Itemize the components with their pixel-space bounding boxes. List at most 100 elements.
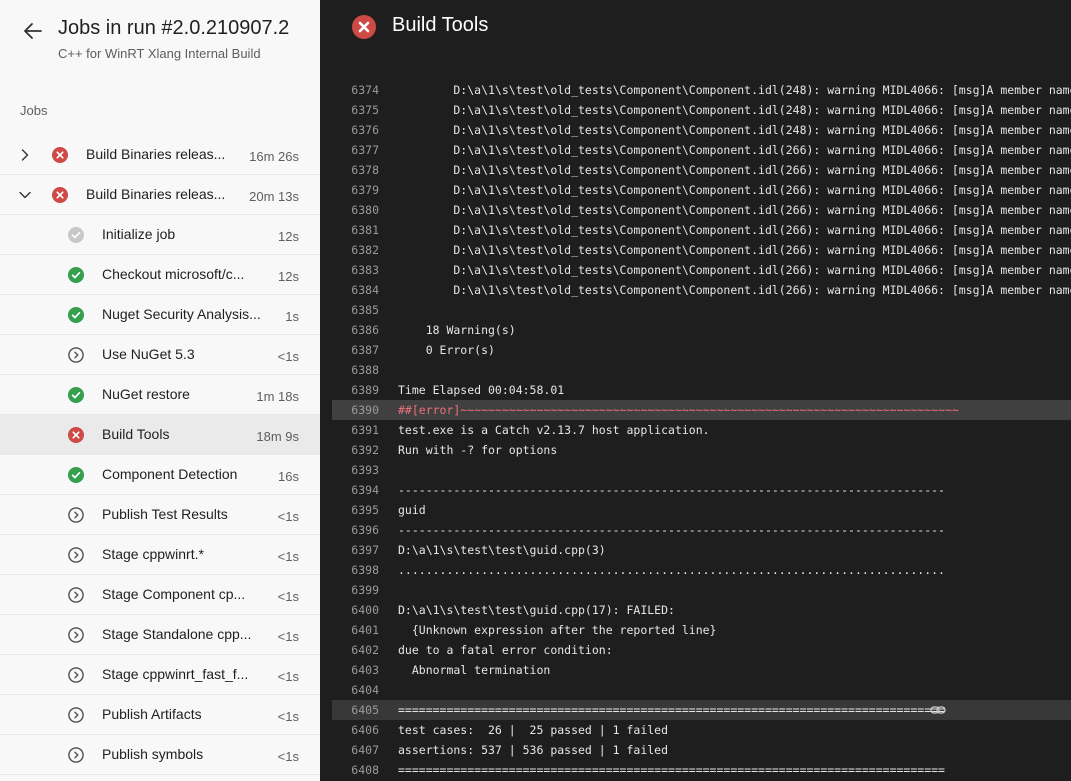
step-row[interactable]: Stage Standalone cpp... <1s: [0, 615, 320, 655]
log-panel: Build Tools 6374 D:\a\1\s\test\old_tests…: [320, 0, 1071, 781]
step-row[interactable]: Publish symbols <1s: [0, 735, 320, 775]
log-line: 6402 due to a fatal error condition:: [332, 640, 1071, 660]
step-row[interactable]: Stage cppwinrt_fast_f... <1s: [0, 655, 320, 695]
step-row[interactable]: Stage cppwinrt.* <1s: [0, 535, 320, 575]
chevron-down-icon[interactable]: [18, 188, 32, 202]
log-line: 6378 D:\a\1\s\test\old_tests\Component\C…: [332, 160, 1071, 180]
log-line: 6398....................................…: [332, 560, 1071, 580]
step-row[interactable]: Stage Component cp... <1s: [0, 575, 320, 615]
log-line: 6382 D:\a\1\s\test\old_tests\Component\C…: [332, 240, 1071, 260]
link-icon[interactable]: [930, 703, 946, 717]
line-number: 6392: [351, 443, 379, 457]
log-text: D:\a\1\s\test\old_tests\Component\Compon…: [398, 83, 1071, 97]
log-text: D:\a\1\s\test\old_tests\Component\Compon…: [398, 103, 1071, 117]
log-text: D:\a\1\s\test\old_tests\Component\Compon…: [398, 123, 1071, 137]
step-label: Stage Standalone cpp...: [102, 626, 252, 642]
failed-status-icon: [52, 147, 68, 163]
step-label: Publish Test Results: [102, 506, 228, 522]
back-arrow-icon[interactable]: [22, 20, 44, 42]
line-number: 6407: [351, 743, 379, 757]
line-number: 6401: [351, 623, 379, 637]
step-label: Publish symbols: [102, 746, 204, 762]
step-duration: <1s: [277, 749, 299, 764]
not-run-status-icon: [68, 587, 84, 603]
step-row[interactable]: Checkout microsoft/c... 12s: [0, 255, 320, 295]
log-text: ========================================…: [398, 703, 945, 717]
step-row[interactable]: Nuget Security Analysis... 1s: [0, 295, 320, 335]
log-line: 6376 D:\a\1\s\test\old_tests\Component\C…: [332, 120, 1071, 140]
line-number: 6384: [351, 283, 379, 297]
log-line: 6406 test cases: 26 | 25 passed | 1 faile…: [332, 720, 1071, 740]
step-row[interactable]: Build Tools 18m 9s: [0, 415, 320, 455]
log-text: Abnormal termination: [398, 663, 551, 677]
step-label: Component Detection: [102, 466, 238, 482]
log-text: ----------------------------------------…: [398, 483, 945, 497]
line-number: 6374: [351, 83, 379, 97]
log-line: 6377 D:\a\1\s\test\old_tests\Component\C…: [332, 140, 1071, 160]
step-label: Stage cppwinrt_fast_f...: [102, 666, 249, 682]
skipped-status-icon: [68, 227, 84, 243]
succeeded-status-icon: [68, 267, 84, 283]
not-run-status-icon: [68, 707, 84, 723]
log-text: D:\a\1\s\test\old_tests\Component\Compon…: [398, 283, 1071, 297]
job-row[interactable]: Build Binaries releas... 20m 13s: [0, 175, 320, 215]
line-number: 6398: [351, 563, 379, 577]
log-text: 18 Warning(s): [398, 323, 516, 337]
succeeded-status-icon: [68, 387, 84, 403]
line-number: 6386: [351, 323, 379, 337]
log-line: 6401 {Unknown expression after the repor…: [332, 620, 1071, 640]
step-row[interactable]: Publish Test Results <1s: [0, 495, 320, 535]
log-line: 6388: [332, 360, 1071, 380]
log-line: 6394 ------------------------------------…: [332, 480, 1071, 500]
step-label: Stage cppwinrt.*: [102, 546, 204, 562]
log-text: D:\a\1\s\test\old_tests\Component\Compon…: [398, 163, 1071, 177]
step-row[interactable]: Publish Artifacts <1s: [0, 695, 320, 735]
line-number: 6375: [351, 103, 379, 117]
log-title: Build Tools: [392, 14, 489, 36]
log-line: 6386 18 Warning(s): [332, 320, 1071, 340]
line-number: 6395: [351, 503, 379, 517]
log-text: D:\a\1\s\test\old_tests\Component\Compon…: [398, 223, 1071, 237]
step-label: Initialize job: [102, 226, 176, 242]
log-text: 0 Error(s): [398, 343, 495, 357]
job-row[interactable]: Build Binaries releas... 16m 26s: [0, 135, 320, 175]
line-number: 6399: [351, 583, 379, 597]
line-number: 6408: [351, 763, 379, 777]
log-text: {Unknown expression after the reported l…: [398, 623, 717, 637]
job-duration: 16m 26s: [249, 149, 299, 164]
log-text: D:\a\1\s\test\old_tests\Component\Compon…: [398, 183, 1071, 197]
failed-status-icon: [68, 427, 84, 443]
log-line: 6407 assertions: 537 | 536 passed | 1 fai…: [332, 740, 1071, 760]
line-number: 6402: [351, 643, 379, 657]
not-run-status-icon: [68, 507, 84, 523]
line-number: 6389: [351, 383, 379, 397]
step-duration: <1s: [277, 669, 299, 684]
step-row[interactable]: NuGet restore 1m 18s: [0, 375, 320, 415]
log-line: 6397 D:\a\1\s\test\test\guid.cpp(3): [332, 540, 1071, 560]
line-number: 6378: [351, 163, 379, 177]
log-text: ........................................…: [398, 563, 945, 577]
log-text: guid: [398, 503, 426, 517]
log-line: 6396 ------------------------------------…: [332, 520, 1071, 540]
not-run-status-icon: [68, 547, 84, 563]
step-row[interactable]: Initialize job 12s: [0, 215, 320, 255]
log-line: 6404: [332, 680, 1071, 700]
line-number: 6388: [351, 363, 379, 377]
step-duration: 1s: [285, 309, 299, 324]
chevron-right-icon[interactable]: [18, 148, 32, 162]
not-run-status-icon: [68, 667, 84, 683]
step-row[interactable]: Use NuGet 5.3 <1s: [0, 335, 320, 375]
log-line: 6379 D:\a\1\s\test\old_tests\Component\C…: [332, 180, 1071, 200]
step-row[interactable]: Component Detection 16s: [0, 455, 320, 495]
log-line: 6381 D:\a\1\s\test\old_tests\Component\C…: [332, 220, 1071, 240]
step-label: NuGet restore: [102, 386, 190, 402]
not-run-status-icon: [68, 747, 84, 763]
not-run-status-icon: [68, 347, 84, 363]
line-number: 6377: [351, 143, 379, 157]
log-line: 6383 D:\a\1\s\test\old_tests\Component\C…: [332, 260, 1071, 280]
step-duration: <1s: [277, 549, 299, 564]
log-text: test cases: 26 | 25 passed | 1 failed: [398, 723, 669, 737]
log-line: 6384 D:\a\1\s\test\old_tests\Component\C…: [332, 280, 1071, 300]
job-duration: 20m 13s: [249, 189, 299, 204]
log-text: D:\a\1\s\test\old_tests\Component\Compon…: [398, 203, 1071, 217]
